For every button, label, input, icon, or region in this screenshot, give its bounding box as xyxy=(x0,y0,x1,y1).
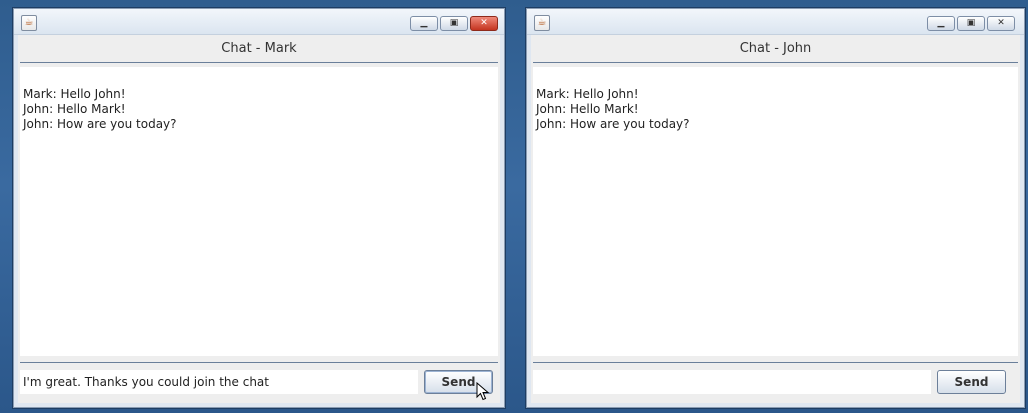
minimize-icon[interactable]: ▁ xyxy=(927,16,955,31)
chat-message: Mark: Hello John! xyxy=(23,87,126,101)
divider xyxy=(20,362,498,363)
window-titlebar[interactable]: ☕ ▁ ▣ ✕ xyxy=(14,9,504,35)
divider xyxy=(533,62,1018,63)
message-input[interactable] xyxy=(533,370,931,394)
chat-message: Mark: Hello John! xyxy=(536,87,639,101)
chat-message: John: How are you today? xyxy=(23,117,177,131)
divider xyxy=(20,62,498,63)
java-app-icon[interactable]: ☕ xyxy=(21,15,37,31)
window-titlebar[interactable]: ☕ ▁ ▣ ✕ xyxy=(527,9,1024,35)
input-row: Send xyxy=(533,369,1018,395)
input-row: Send xyxy=(20,369,498,395)
minimize-icon[interactable]: ▁ xyxy=(410,16,438,31)
chat-log[interactable]: Mark: Hello John! John: Hello Mark! John… xyxy=(20,67,498,356)
send-button[interactable]: Send xyxy=(937,370,1006,394)
chat-message: John: How are you today? xyxy=(536,117,690,131)
chat-title: Chat - Mark xyxy=(221,41,297,56)
divider xyxy=(533,362,1018,363)
maximize-icon[interactable]: ▣ xyxy=(957,16,985,31)
chat-message: John: Hello Mark! xyxy=(536,102,639,116)
chat-log[interactable]: Mark: Hello John! John: Hello Mark! John… xyxy=(533,67,1018,356)
chat-message: John: Hello Mark! xyxy=(23,102,126,116)
window-content: Chat - John Mark: Hello John! John: Hell… xyxy=(531,35,1020,403)
maximize-icon[interactable]: ▣ xyxy=(440,16,468,31)
window-content: Chat - Mark Mark: Hello John! John: Hell… xyxy=(18,35,500,403)
mouse-pointer-icon xyxy=(476,382,490,401)
message-input[interactable] xyxy=(20,370,418,394)
chat-window-mark: ☕ ▁ ▣ ✕ Chat - Mark Mark: Hello John! Jo… xyxy=(13,8,505,408)
chat-title: Chat - John xyxy=(739,41,812,56)
chat-window-john: ☕ ▁ ▣ ✕ Chat - John Mark: Hello John! Jo… xyxy=(526,8,1025,408)
close-icon[interactable]: ✕ xyxy=(987,16,1015,31)
close-icon[interactable]: ✕ xyxy=(470,16,498,31)
java-app-icon[interactable]: ☕ xyxy=(534,15,550,31)
